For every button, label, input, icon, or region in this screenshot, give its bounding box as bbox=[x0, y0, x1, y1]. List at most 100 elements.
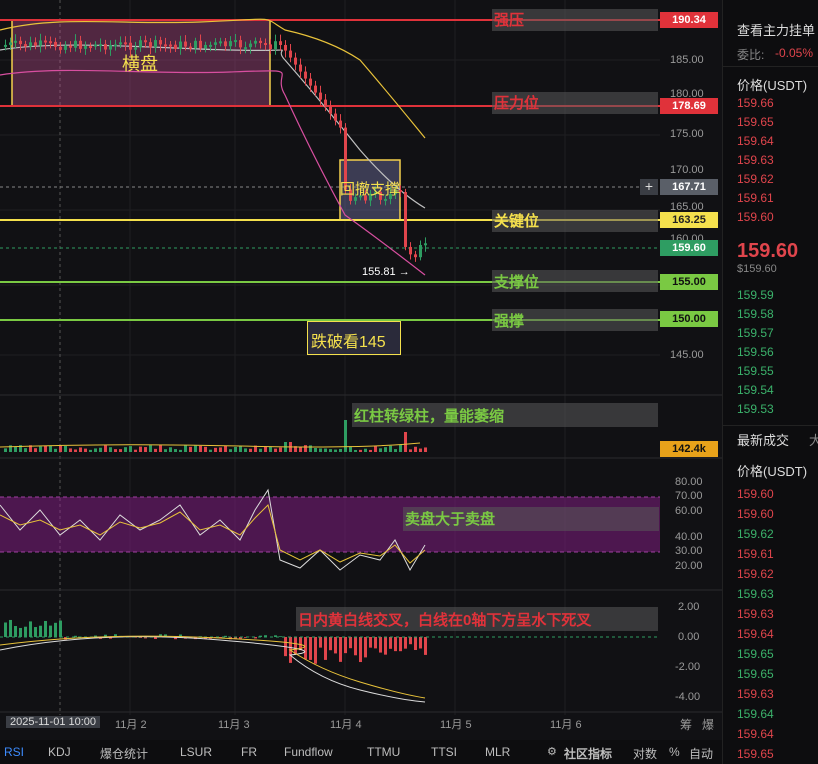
tag-last-price: 159.60 bbox=[660, 240, 718, 256]
volume-bar bbox=[34, 448, 37, 452]
price-header: 价格(USDT) bbox=[737, 78, 808, 93]
percent-toggle[interactable]: % bbox=[669, 745, 680, 759]
tab-lsur[interactable]: LSUR bbox=[180, 745, 212, 759]
tab-fundflow[interactable]: Fundflow bbox=[284, 745, 333, 759]
volume-bar bbox=[329, 449, 332, 452]
rsi-note: 卖盘大于卖盘 bbox=[405, 511, 496, 528]
volume-bar bbox=[259, 448, 262, 452]
tab-fr[interactable]: FR bbox=[241, 745, 257, 759]
macd-bar bbox=[409, 637, 412, 645]
volume-bar bbox=[124, 447, 127, 452]
auto-scale-toggle[interactable]: 自动 bbox=[689, 745, 713, 762]
volume-bar bbox=[104, 445, 107, 452]
ask-row[interactable]: 159.66 bbox=[737, 96, 774, 110]
volume-bar bbox=[389, 445, 392, 452]
bid-row[interactable]: 159.55 bbox=[737, 364, 774, 378]
chip-button[interactable]: 筹 bbox=[680, 716, 692, 733]
volume-bar bbox=[24, 448, 27, 452]
trade-row: 159.65 bbox=[737, 667, 774, 681]
volume-bar bbox=[409, 449, 412, 452]
ask-row[interactable]: 159.65 bbox=[737, 115, 774, 129]
tab-community-indicators[interactable]: 社区指标 bbox=[564, 745, 612, 762]
macd-bar bbox=[399, 637, 402, 652]
tab-ttsi[interactable]: TTSI bbox=[431, 745, 457, 759]
volume-bar bbox=[79, 447, 82, 452]
log-scale-toggle[interactable]: 对数 bbox=[633, 745, 657, 762]
trade-row: 159.65 bbox=[737, 747, 774, 761]
volume-bar bbox=[364, 448, 367, 452]
bid-row[interactable]: 159.59 bbox=[737, 288, 774, 302]
macd-tick: 0.00 bbox=[678, 631, 700, 643]
tab-mlr[interactable]: MLR bbox=[485, 745, 510, 759]
ask-row[interactable]: 159.64 bbox=[737, 134, 774, 148]
macd-bar bbox=[424, 637, 427, 655]
volume-bar bbox=[74, 449, 77, 452]
price-tick: 185.00 bbox=[670, 54, 704, 66]
volume-bar bbox=[154, 448, 157, 452]
tab-liquidation-stats[interactable]: 爆仓统计 bbox=[100, 745, 148, 762]
volume-bar bbox=[334, 449, 337, 452]
volume-bar bbox=[129, 446, 132, 452]
trades-tab[interactable]: 最新成交 bbox=[737, 430, 789, 449]
macd-bar bbox=[279, 636, 282, 637]
ask-row[interactable]: 159.61 bbox=[737, 191, 774, 205]
volume-bar bbox=[419, 448, 422, 452]
macd-bar bbox=[9, 619, 12, 637]
ask-row[interactable]: 159.60 bbox=[737, 210, 774, 224]
volume-bar bbox=[109, 447, 112, 452]
volume-bar bbox=[189, 446, 192, 452]
tab-ttmu[interactable]: TTMU bbox=[367, 745, 400, 759]
volume-bar bbox=[94, 448, 97, 452]
big-trades-tab[interactable]: 大 bbox=[809, 430, 818, 449]
tab-kdj[interactable]: KDJ bbox=[48, 745, 71, 759]
last-price: 159.60 bbox=[737, 240, 799, 262]
liquidation-button[interactable]: 爆 bbox=[702, 716, 714, 733]
volume-bar bbox=[249, 448, 252, 452]
ask-row[interactable]: 159.62 bbox=[737, 172, 774, 186]
macd-note: 日内黄白线交叉，白线在0轴下方呈水下死叉 bbox=[298, 612, 592, 629]
volume-bar bbox=[279, 447, 282, 452]
volume-bar bbox=[384, 447, 387, 452]
volume-bar bbox=[234, 446, 237, 452]
volume-bar bbox=[239, 446, 242, 452]
chart-area[interactable]: 强压 压力位 关键位 支撑位 强撑 横盘 回撤支撑 跌破看145 155.81 … bbox=[0, 0, 722, 740]
ask-row[interactable]: 159.63 bbox=[737, 153, 774, 167]
bid-row[interactable]: 159.57 bbox=[737, 326, 774, 340]
macd-bar bbox=[384, 637, 387, 655]
rsi-tick: 20.00 bbox=[675, 560, 703, 572]
macd-bar bbox=[4, 622, 7, 637]
bid-row[interactable]: 159.58 bbox=[737, 307, 774, 321]
volume-bar bbox=[144, 447, 147, 452]
volume-bar bbox=[219, 447, 222, 452]
volume-bar bbox=[224, 445, 227, 452]
bid-row[interactable]: 159.54 bbox=[737, 383, 774, 397]
macd-bar bbox=[349, 637, 352, 649]
tab-rsi[interactable]: RSI bbox=[4, 745, 24, 759]
macd-bar bbox=[294, 637, 297, 655]
volume-bar bbox=[369, 449, 372, 452]
time-label: 11月 4 bbox=[330, 719, 362, 731]
main-orders-link[interactable]: 查看主力挂单 bbox=[737, 20, 815, 39]
rsi-tick: 70.00 bbox=[675, 490, 703, 502]
time-label: 11月 3 bbox=[218, 719, 250, 731]
bid-row[interactable]: 159.56 bbox=[737, 345, 774, 359]
volume-note: 红柱转绿柱，量能萎缩 bbox=[354, 408, 505, 425]
trade-row: 159.64 bbox=[737, 707, 774, 721]
macd-bar bbox=[59, 620, 62, 637]
ratio-label: 委比: bbox=[737, 48, 765, 62]
price-tick: 175.00 bbox=[670, 128, 704, 140]
volume-bar bbox=[194, 445, 197, 452]
volume-bar bbox=[204, 446, 207, 452]
tag-key-level: 163.25 bbox=[660, 212, 718, 228]
bid-row[interactable]: 159.53 bbox=[737, 402, 774, 416]
trade-row: 159.63 bbox=[737, 587, 774, 601]
volume-bar bbox=[324, 448, 327, 452]
macd-bar bbox=[339, 637, 342, 662]
macd-tick: 2.00 bbox=[678, 601, 700, 613]
plus-icon[interactable]: + bbox=[640, 179, 658, 195]
price-tick: 170.00 bbox=[670, 164, 704, 176]
settings-icon[interactable]: ⚙ bbox=[547, 745, 557, 758]
volume-bar bbox=[179, 449, 182, 452]
volume-bar bbox=[404, 432, 407, 452]
volume-bar bbox=[199, 445, 202, 452]
